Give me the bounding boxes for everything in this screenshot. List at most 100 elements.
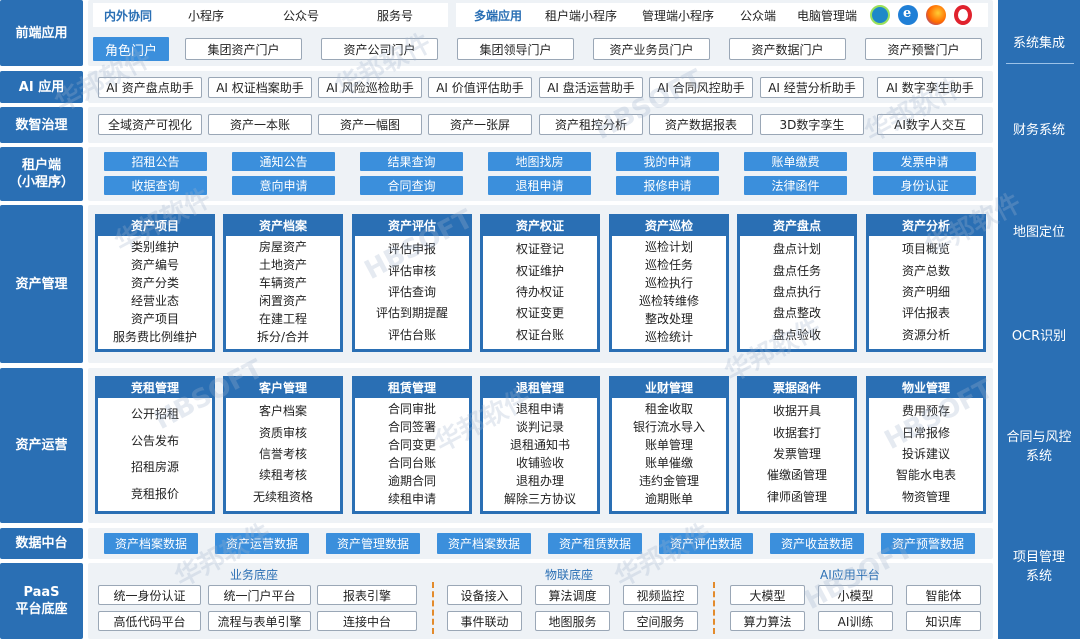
data-center-item[interactable]: 资产收益数据	[770, 533, 864, 554]
card-item[interactable]: 盘点任务	[773, 262, 821, 279]
portal-role[interactable]: 角色门户	[93, 37, 169, 61]
portal-asset-company[interactable]: 资产公司门户	[321, 38, 438, 60]
paas-item[interactable]: 统一身份认证	[98, 585, 201, 605]
top-item-service-account[interactable]: 服务号	[377, 7, 413, 24]
ai-app-item[interactable]: AI 价值评估助手	[428, 77, 532, 98]
ai-app-item[interactable]: AI 数字孪生助手	[877, 77, 983, 98]
card-item[interactable]: 公开招租	[131, 405, 179, 422]
tenant-item[interactable]: 我的申请	[616, 152, 719, 171]
card-item[interactable]: 续租考核	[259, 466, 307, 483]
top-item-pc-admin[interactable]: 电脑管理端	[797, 7, 857, 24]
card-item[interactable]: 日常报修	[902, 424, 950, 441]
paas-item[interactable]: 连接中台	[317, 611, 417, 631]
ai-app-item[interactable]: AI 盘活运营助手	[539, 77, 643, 98]
portal-asset-data[interactable]: 资产数据门户	[729, 38, 846, 60]
paas-item[interactable]: 事件联动	[447, 611, 522, 631]
tenant-item[interactable]: 报修申请	[616, 176, 719, 195]
card-item[interactable]: 待办权证	[516, 283, 564, 300]
paas-item[interactable]: 设备接入	[447, 585, 522, 605]
card-item[interactable]: 权证维护	[516, 262, 564, 279]
card-item[interactable]: 项目概览	[902, 240, 950, 257]
gov-item[interactable]: 3D数字孪生	[760, 114, 864, 135]
ai-app-item[interactable]: AI 权证档案助手	[208, 77, 312, 98]
card-item[interactable]: 资产总数	[902, 262, 950, 279]
portal-asset-staff[interactable]: 资产业务员门户	[593, 38, 710, 60]
tenant-item[interactable]: 意向申请	[232, 176, 335, 195]
card-item[interactable]: 评估审核	[388, 262, 436, 279]
card-item[interactable]: 巡检统计	[645, 328, 693, 345]
tenant-item[interactable]: 发票申请	[873, 152, 976, 171]
card-item[interactable]: 资产项目	[131, 310, 179, 327]
portal-group-leader[interactable]: 集团领导门户	[457, 38, 574, 60]
card-item[interactable]: 盘点整改	[773, 304, 821, 321]
card-item[interactable]: 整改处理	[645, 310, 693, 327]
card-item[interactable]: 房屋资产	[259, 238, 307, 255]
card-item[interactable]: 物资管理	[902, 488, 950, 505]
tenant-item[interactable]: 合同查询	[360, 176, 463, 195]
card-item[interactable]: 评估台账	[388, 326, 436, 343]
card-item[interactable]: 谈判记录	[516, 418, 564, 435]
tenant-item[interactable]: 退租申请	[488, 176, 591, 195]
right-item-system-integration[interactable]: 系统集成	[998, 34, 1080, 53]
right-item-contract-risk[interactable]: 合同与风控 系统	[998, 428, 1080, 466]
card-item[interactable]: 公告发布	[131, 432, 179, 449]
paas-item[interactable]: 算力算法	[730, 611, 805, 631]
card-item[interactable]: 收据套打	[773, 424, 821, 441]
card-item[interactable]: 账单催缴	[645, 454, 693, 471]
card-item[interactable]: 权证登记	[516, 240, 564, 257]
card-item[interactable]: 退租办理	[516, 472, 564, 489]
card-item[interactable]: 服务费比例维护	[113, 328, 197, 345]
card-item[interactable]: 信誉考核	[259, 445, 307, 462]
top-item-official-account[interactable]: 公众号	[283, 7, 319, 24]
tenant-item[interactable]: 招租公告	[104, 152, 207, 171]
card-item[interactable]: 银行流水导入	[633, 418, 705, 435]
card-item[interactable]: 资质审核	[259, 424, 307, 441]
data-center-item[interactable]: 资产管理数据	[326, 533, 420, 554]
paas-item[interactable]: 知识库	[906, 611, 981, 631]
card-item[interactable]: 账单管理	[645, 436, 693, 453]
card-item[interactable]: 投诉建议	[902, 445, 950, 462]
card-item[interactable]: 律师函管理	[767, 488, 827, 505]
card-item[interactable]: 解除三方协议	[504, 490, 576, 507]
card-item[interactable]: 合同签署	[388, 418, 436, 435]
card-item[interactable]: 盘点执行	[773, 283, 821, 300]
gov-item[interactable]: 资产一幅图	[318, 114, 422, 135]
right-item-finance[interactable]: 财务系统	[998, 121, 1080, 140]
data-center-item[interactable]: 资产运营数据	[215, 533, 309, 554]
card-item[interactable]: 评估报表	[902, 304, 950, 321]
card-item[interactable]: 经营业态	[131, 292, 179, 309]
paas-item[interactable]: 算法调度	[535, 585, 610, 605]
card-item[interactable]: 土地资产	[259, 256, 307, 273]
paas-item[interactable]: 地图服务	[535, 611, 610, 631]
tenant-item[interactable]: 通知公告	[232, 152, 335, 171]
card-item[interactable]: 收铺验收	[516, 454, 564, 471]
card-item[interactable]: 权证变更	[516, 304, 564, 321]
right-item-project-mgmt[interactable]: 项目管理 系统	[998, 548, 1080, 586]
gov-item[interactable]: AI数字人交互	[877, 114, 983, 135]
tenant-item[interactable]: 法律函件	[744, 176, 847, 195]
card-item[interactable]: 违约金管理	[639, 472, 699, 489]
paas-item[interactable]: 小模型	[818, 585, 893, 605]
card-item[interactable]: 巡检任务	[645, 256, 693, 273]
gov-item[interactable]: 资产数据报表	[649, 114, 753, 135]
portal-asset-warning[interactable]: 资产预警门户	[865, 38, 982, 60]
card-item[interactable]: 资源分析	[902, 326, 950, 343]
top-item-admin-mini[interactable]: 管理端小程序	[642, 7, 714, 24]
top-item-public[interactable]: 公众端	[740, 7, 776, 24]
data-center-item[interactable]: 资产档案数据	[104, 533, 198, 554]
ai-app-item[interactable]: AI 资产盘点助手	[98, 77, 202, 98]
card-item[interactable]: 竞租报价	[131, 485, 179, 502]
card-item[interactable]: 退租申请	[516, 400, 564, 417]
card-item[interactable]: 催缴函管理	[767, 466, 827, 483]
paas-item[interactable]: 流程与表单引擎	[208, 611, 311, 631]
data-center-item[interactable]: 资产租赁数据	[548, 533, 642, 554]
gov-item[interactable]: 资产租控分析	[539, 114, 643, 135]
card-item[interactable]: 合同台账	[388, 454, 436, 471]
card-item[interactable]: 逾期账单	[645, 490, 693, 507]
gov-item[interactable]: 资产一张屏	[428, 114, 532, 135]
right-item-ocr[interactable]: OCR识别	[998, 327, 1080, 346]
paas-item[interactable]: 高低代码平台	[98, 611, 201, 631]
card-item[interactable]: 退租通知书	[510, 436, 570, 453]
card-item[interactable]: 巡检执行	[645, 274, 693, 291]
right-item-map[interactable]: 地图定位	[998, 223, 1080, 242]
